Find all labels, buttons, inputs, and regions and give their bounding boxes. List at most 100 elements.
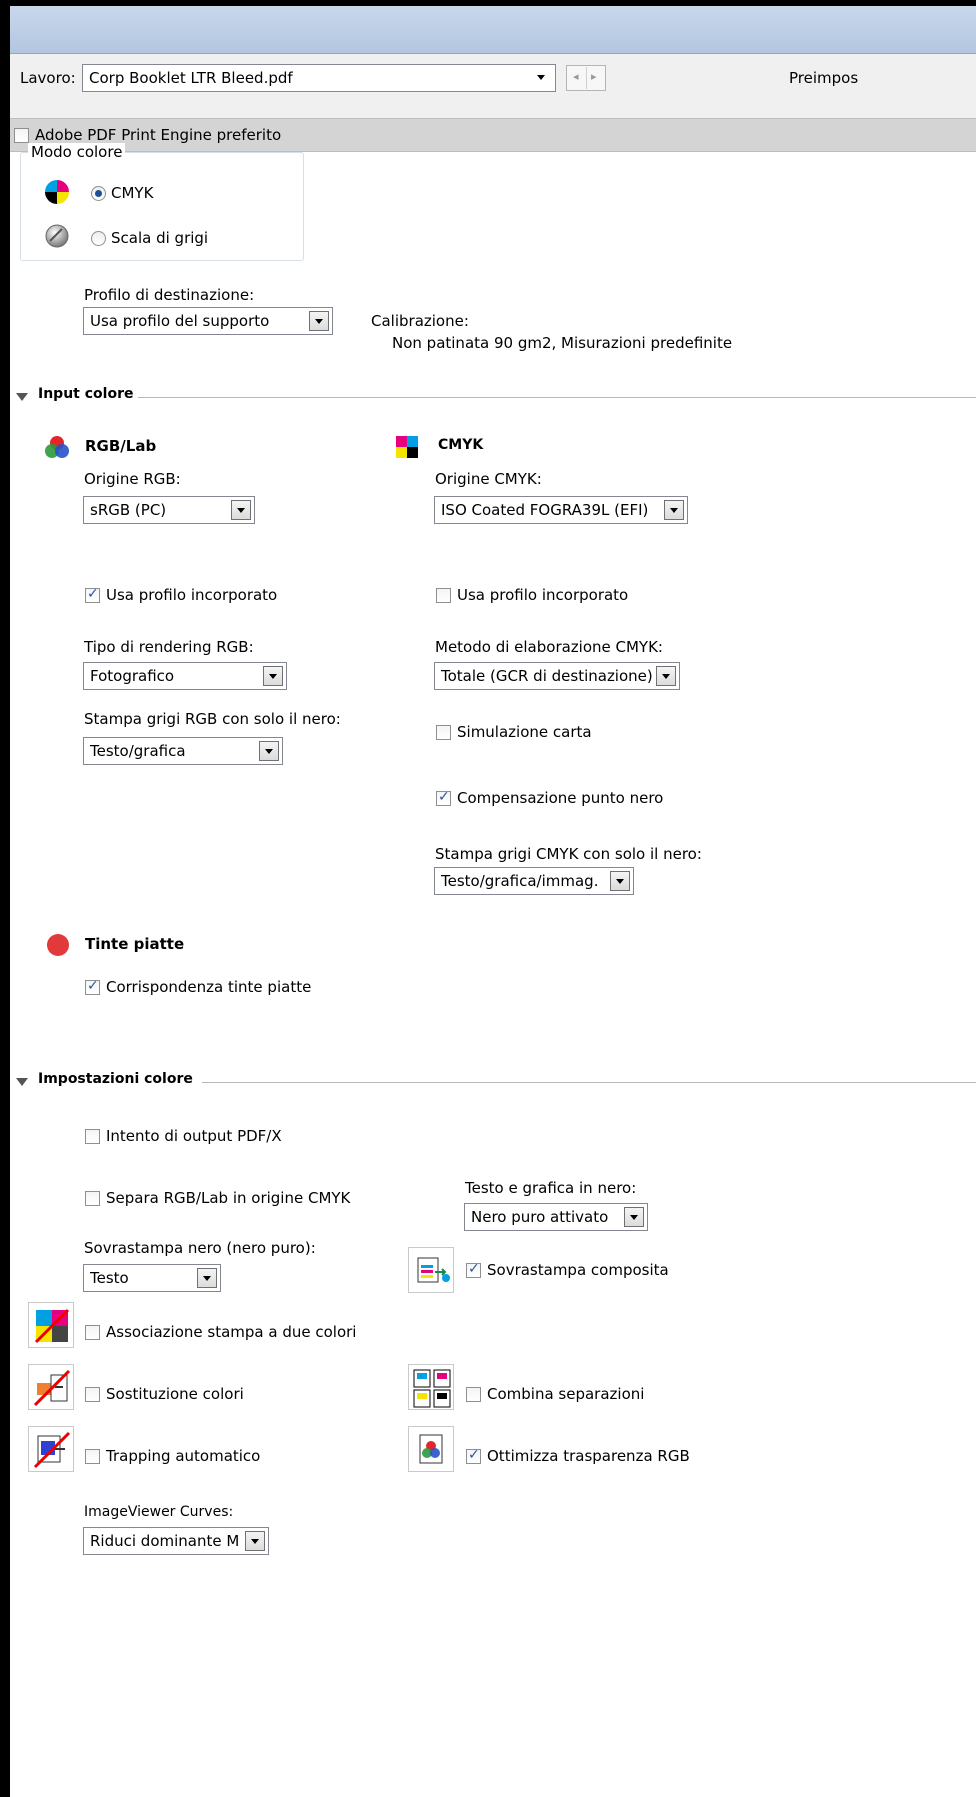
rgb-transparency-checkbox[interactable]: ✓ (466, 1447, 481, 1464)
color-mode-legend: Modo colore (28, 143, 126, 161)
cmyk-radio-label: CMYK (111, 184, 154, 202)
grayscale-radio[interactable] (91, 231, 106, 246)
job-toolbar: Lavoro: Corp Booklet LTR Bleed.pdf ◂ ▸ P… (10, 54, 976, 122)
window-frame: Lavoro: Corp Booklet LTR Bleed.pdf ◂ ▸ P… (0, 0, 976, 1797)
cmyk-gray-value: Testo/grafica/immag. (441, 872, 599, 890)
chevron-down-icon (245, 1531, 265, 1551)
destination-profile-value: Usa profilo del supporto (90, 312, 270, 330)
overprint-black-select[interactable]: Testo (83, 1264, 221, 1292)
chevron-down-icon (231, 500, 251, 520)
separate-rgb-label: Separa RGB/Lab in origine CMYK (106, 1189, 351, 1207)
chevron-down-icon (664, 500, 684, 520)
cmyk-source-select[interactable]: ISO Coated FOGRA39L (EFI) (434, 496, 688, 524)
collapse-triangle-icon[interactable] (16, 393, 28, 401)
rgb-rendering-value: Fotografico (90, 667, 175, 685)
next-arrow-icon[interactable]: ▸ (591, 70, 597, 83)
black-point-checkbox[interactable]: ✓ (436, 789, 451, 806)
title-bar (10, 6, 976, 54)
pdfx-checkbox[interactable] (85, 1129, 100, 1144)
auto-trapping-label: Trapping automatico (106, 1447, 261, 1465)
job-select[interactable]: Corp Booklet LTR Bleed.pdf (82, 64, 556, 92)
calibration-value: Non patinata 90 gm2, Misurazioni predefi… (392, 334, 733, 352)
separate-rgb-checkbox[interactable] (85, 1191, 100, 1206)
rgb-source-value: sRGB (PC) (90, 501, 167, 519)
cmyk-gray-select[interactable]: Testo/grafica/immag. (434, 867, 634, 895)
composite-overprint-checkbox[interactable]: ✓ (466, 1261, 481, 1278)
cmyk-wheel-icon (45, 180, 69, 204)
job-label: Lavoro: (20, 69, 76, 87)
chevron-down-icon (624, 1207, 644, 1227)
rgb-rendering-label: Tipo di rendering RGB: (84, 638, 254, 656)
destination-profile-label: Profilo di destinazione: (84, 286, 255, 304)
rgb-source-label: Origine RGB: (84, 470, 181, 488)
nav-divider (586, 67, 587, 89)
rgb-transparency-label: Ottimizza trasparenza RGB (487, 1447, 690, 1465)
job-nav-buttons: ◂ ▸ (566, 65, 606, 91)
chevron-down-icon (309, 311, 329, 331)
section-divider (202, 1082, 976, 1083)
color-substitution-checkbox[interactable] (85, 1387, 100, 1402)
job-select-value: Corp Booklet LTR Bleed.pdf (89, 69, 293, 87)
chevron-down-icon (263, 666, 283, 686)
curves-label: ImageViewer Curves: (84, 1504, 234, 1520)
color-substitution-icon (28, 1364, 74, 1410)
paper-simulation-label: Simulazione carta (457, 723, 592, 741)
rgb-heading: RGB/Lab (85, 437, 157, 455)
combine-separations-label: Combina separazioni (487, 1385, 645, 1403)
grayscale-sphere-icon (45, 224, 69, 248)
chevron-down-icon (610, 871, 630, 891)
black-text-label: Testo e grafica in nero: (465, 1179, 637, 1197)
engine-bar: Adobe PDF Print Engine preferito (10, 118, 976, 152)
paper-simulation-checkbox[interactable] (436, 725, 451, 740)
destination-profile-select[interactable]: Usa profilo del supporto (83, 307, 333, 335)
black-text-value: Nero puro attivato (471, 1208, 609, 1226)
chevron-down-icon (656, 666, 676, 686)
composite-overprint-icon (408, 1247, 454, 1293)
cmyk-method-value: Totale (GCR di destinazione) (441, 667, 653, 685)
cmyk-source-label: Origine CMYK: (435, 470, 542, 488)
rgb-circles-icon (45, 436, 69, 458)
cmyk-embedded-label: Usa profilo incorporato (457, 586, 629, 604)
rgb-rendering-select[interactable]: Fotografico (83, 662, 287, 690)
chevron-down-icon (532, 68, 552, 88)
spot-heading: Tinte piatte (85, 935, 185, 953)
rgb-gray-select[interactable]: Testo/grafica (83, 737, 283, 765)
auto-trapping-icon (28, 1426, 74, 1472)
engine-checkbox[interactable] (14, 128, 29, 143)
color-settings-title: Impostazioni colore (38, 1071, 193, 1087)
two-color-print-icon (28, 1302, 74, 1348)
spot-match-checkbox[interactable]: ✓ (85, 978, 100, 995)
auto-trapping-checkbox[interactable] (85, 1449, 100, 1464)
previous-arrow-icon[interactable]: ◂ (573, 70, 579, 83)
cmyk-radio[interactable] (91, 186, 106, 201)
cmyk-method-select[interactable]: Totale (GCR di destinazione) (434, 662, 680, 690)
composite-overprint-label: Sovrastampa composita (487, 1261, 669, 1279)
rgb-transparency-icon (408, 1426, 454, 1472)
two-color-checkbox[interactable] (85, 1325, 100, 1340)
cmyk-squares-icon (396, 436, 418, 458)
collapse-triangle-icon[interactable] (16, 1078, 28, 1086)
chevron-down-icon (259, 741, 279, 761)
rgb-embedded-label: Usa profilo incorporato (106, 586, 278, 604)
rgb-embedded-checkbox[interactable]: ✓ (85, 586, 100, 603)
cmyk-method-label: Metodo di elaborazione CMYK: (435, 638, 663, 656)
calibration-label: Calibrazione: (371, 312, 469, 330)
black-text-select[interactable]: Nero puro attivato (464, 1203, 648, 1231)
combine-separations-checkbox[interactable] (466, 1387, 481, 1402)
properties-window: Lavoro: Corp Booklet LTR Bleed.pdf ◂ ▸ P… (10, 6, 976, 1797)
curves-select[interactable]: Riduci dominante M (83, 1527, 269, 1555)
pdfx-label: Intento di output PDF/X (106, 1127, 282, 1145)
spot-color-icon (47, 934, 69, 956)
overprint-black-label: Sovrastampa nero (nero puro): (84, 1239, 316, 1257)
input-color-title: Input colore (38, 386, 134, 402)
color-substitution-label: Sostituzione colori (106, 1385, 244, 1403)
rgb-gray-value: Testo/grafica (90, 742, 186, 760)
cmyk-embedded-checkbox[interactable] (436, 588, 451, 603)
cmyk-source-value: ISO Coated FOGRA39L (EFI) (441, 501, 649, 519)
two-color-label: Associazione stampa a due colori (106, 1323, 357, 1341)
grayscale-radio-label: Scala di grigi (111, 229, 209, 247)
engine-label: Adobe PDF Print Engine preferito (35, 126, 282, 144)
section-divider (138, 397, 976, 398)
rgb-source-select[interactable]: sRGB (PC) (83, 496, 255, 524)
curves-value: Riduci dominante M (90, 1532, 240, 1550)
